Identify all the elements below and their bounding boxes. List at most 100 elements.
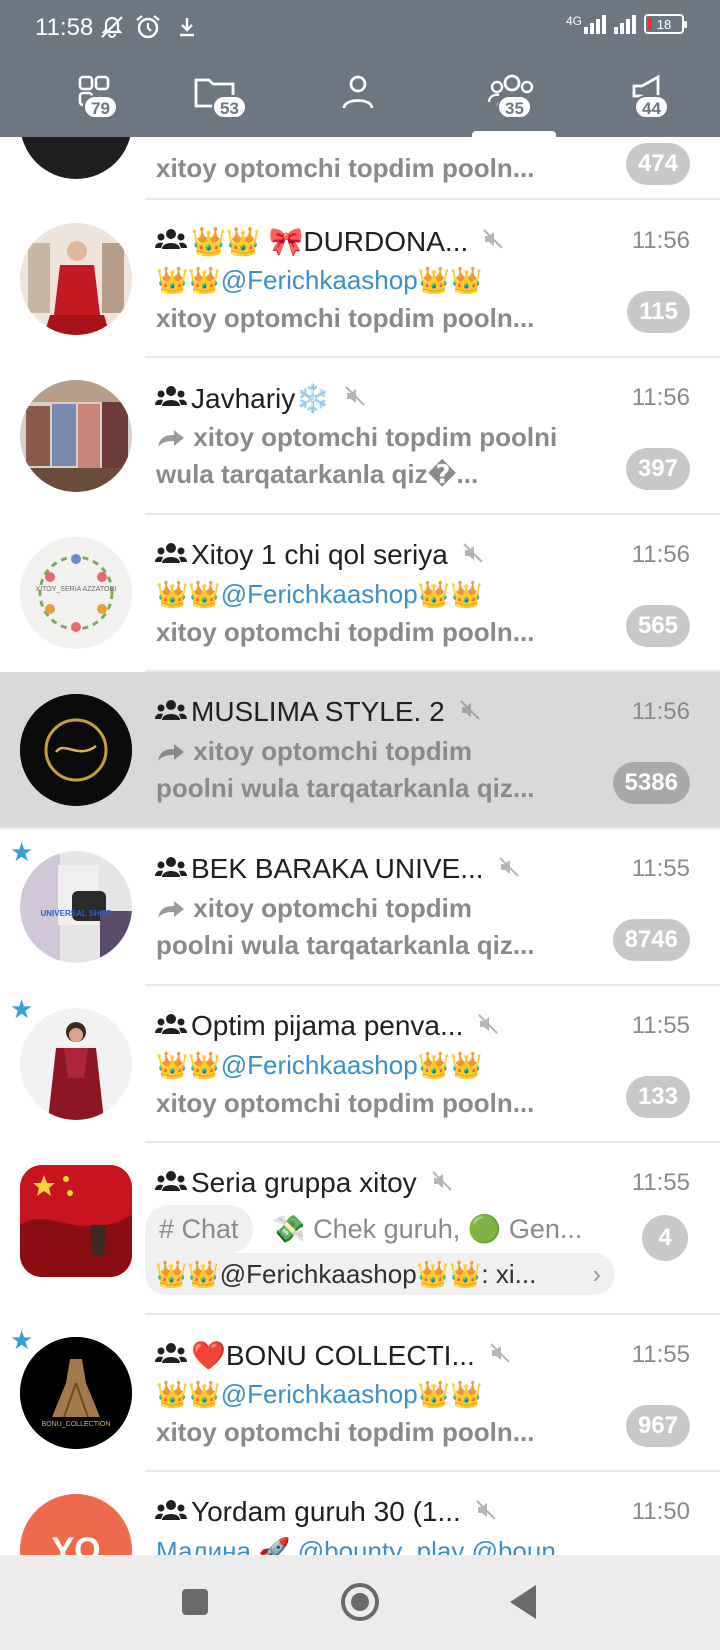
star-icon: ★ xyxy=(10,1325,34,1355)
topic-last-message: 👑👑@Ferichkaashop👑👑: xi... › xyxy=(145,1253,615,1295)
avatar xyxy=(20,380,132,492)
network-label: 4G xyxy=(565,14,582,28)
chat-time: 11:55 xyxy=(631,855,690,882)
chat-title-line: Javhariy❄️ xyxy=(155,380,600,416)
avatar xyxy=(20,137,132,179)
chat-title: Optim pijama penva... xyxy=(191,1010,464,1041)
chat-row-forum[interactable]: Seria gruppa xitoy 11:55 # Chat 💸 Chek g… xyxy=(0,1143,720,1315)
avatar xyxy=(20,694,132,806)
chat-preview-line1: xitoy optomchi topdim xyxy=(156,893,602,927)
signal-4g-icon: 4G xyxy=(566,14,606,34)
avatar-initials: YO xyxy=(20,1494,132,1555)
battery-icon: 18 xyxy=(644,14,687,34)
chat-title-line: Xitoy 1 chi qol seriya xyxy=(155,537,600,573)
chat-row[interactable]: XITOY_SERIA AZZATORI Xitoy 1 chi qol ser… xyxy=(0,515,720,672)
chat-row[interactable]: 👑👑 🎀DURDONA... 11:56 👑👑@Ferichkaashop👑👑 … xyxy=(0,201,720,358)
avatar xyxy=(20,223,132,335)
avatar: BONU_COLLECTION xyxy=(20,1337,132,1449)
chat-row[interactable]: ★ BONU_COLLECTION ❤️BONU COLLECTI... 11:… xyxy=(0,1315,720,1472)
chat-preview-line2: poolni wula tarqatarkanla qiz... xyxy=(156,773,535,803)
muted-icon xyxy=(475,1496,497,1528)
unread-badge: 5386 xyxy=(612,762,690,804)
home-button[interactable] xyxy=(340,1577,380,1632)
muted-icon xyxy=(482,225,504,257)
group-icon xyxy=(155,1167,187,1199)
topic-list: 💸 Chek guruh, 🟢 Gen... xyxy=(272,1214,583,1244)
muted-icon xyxy=(489,1339,511,1371)
tab-count: 53 xyxy=(212,95,247,119)
tab-personal[interactable] xyxy=(298,66,418,137)
chat-row[interactable]: ★ Optim pijama penva... 11:55 👑👑@Ferichk… xyxy=(0,986,720,1143)
person-icon xyxy=(298,72,418,117)
unread-badge: 474 xyxy=(625,143,690,185)
chat-row[interactable]: ★ UNIVERSAL SHOP BEK BARAKA UNIVE... 11:… xyxy=(0,829,720,986)
status-time: 11:58 xyxy=(35,14,94,41)
chat-sender: 👑👑@Ferichkaashop👑👑 xyxy=(156,1050,483,1080)
muted-icon xyxy=(344,382,366,414)
chat-title: Javhariy❄️ xyxy=(191,382,331,414)
chat-preview: xitoy optomchi topdim xyxy=(193,736,472,766)
tab-count: 79 xyxy=(83,95,118,119)
group-icon xyxy=(155,539,187,571)
mute-notifications-icon xyxy=(98,14,126,46)
chevron-right-icon: › xyxy=(592,1259,601,1289)
system-nav-bar xyxy=(0,1555,720,1650)
chat-row-selected[interactable]: MUSLIMA STYLE. 2 11:56 xitoy optomchi to… xyxy=(0,672,720,829)
chat-title: BEK BARAKA UNIVE... xyxy=(191,853,484,884)
chat-time: 11:55 xyxy=(631,1012,690,1039)
back-button[interactable] xyxy=(508,1577,538,1632)
muted-icon xyxy=(459,696,481,728)
chat-preview-line2: poolni wula tarqatarkanla qiz... xyxy=(156,930,535,960)
chat-time: 11:56 xyxy=(631,384,690,411)
unread-badge: 397 xyxy=(625,448,690,490)
chat-row[interactable]: xitoy optomchi topdim pooln... 474 xyxy=(0,137,720,200)
chat-row[interactable]: Javhariy❄️ 11:56 xitoy optomchi topdim p… xyxy=(0,358,720,515)
group-icon xyxy=(155,1496,187,1528)
topic-chat[interactable]: # Chat xyxy=(145,1205,253,1253)
chat-sender: 👑👑@Ferichkaashop👑👑 xyxy=(156,265,483,295)
status-right: 4G 18 xyxy=(566,14,687,34)
tab-all[interactable]: 79 xyxy=(36,66,156,137)
recent-apps-button[interactable] xyxy=(180,1577,210,1632)
chat-title-line: 👑👑 🎀DURDONA... xyxy=(155,223,600,259)
chat-time: 11:50 xyxy=(631,1498,690,1525)
avatar: UNIVERSAL SHOP xyxy=(20,851,132,963)
chat-preview-line1: xitoy optomchi topdim xyxy=(156,736,602,770)
folder-tabs: 79 53 35 44 xyxy=(0,66,720,137)
chat-title: ❤️BONU COLLECTI... xyxy=(191,1339,475,1371)
star-icon: ★ xyxy=(10,837,34,867)
muted-icon xyxy=(462,539,484,571)
download-icon xyxy=(176,14,198,46)
chat-title: 👑👑 🎀DURDONA... xyxy=(191,225,469,257)
group-icon xyxy=(155,382,187,414)
tab-count: 44 xyxy=(634,95,669,119)
tab-channels[interactable]: 44 xyxy=(590,66,710,137)
chat-time: 11:56 xyxy=(631,698,690,725)
avatar: XITOY_SERIA AZZATORI xyxy=(20,537,132,649)
avatar-text: XITOY_SERIA AZZATORI xyxy=(35,586,117,593)
chat-preview: xitoy optomchi topdim pooln... xyxy=(156,153,535,183)
chat-title-line: Seria gruppa xitoy xyxy=(155,1165,600,1201)
group-icon xyxy=(155,225,187,257)
chat-time: 11:56 xyxy=(631,541,690,568)
tab-groups[interactable]: 35 xyxy=(452,66,572,137)
tab-folders[interactable]: 53 xyxy=(155,66,275,137)
group-icon xyxy=(155,1339,187,1371)
unread-badge: 115 xyxy=(627,291,690,333)
chat-row[interactable]: YO Yordam guruh 30 (1... 11:50 Малина 🚀 … xyxy=(0,1472,720,1555)
unread-badge: 565 xyxy=(625,605,690,647)
active-tab-indicator xyxy=(472,131,556,137)
chat-title-line: BEK BARAKA UNIVE... xyxy=(155,851,600,887)
muted-icon xyxy=(431,1167,453,1199)
chat-time: 11:55 xyxy=(631,1341,690,1368)
top-bar: 11:58 4G 18 79 53 35 44 xyxy=(0,0,720,137)
chat-title-line: Optim pijama penva... xyxy=(155,1008,600,1044)
tab-count: 35 xyxy=(497,95,532,119)
chat-title: Xitoy 1 chi qol seriya xyxy=(191,539,448,570)
group-icon xyxy=(155,696,187,728)
avatar xyxy=(20,1165,132,1277)
unread-badge: 8746 xyxy=(612,919,690,961)
chat-preview: xitoy optomchi topdim xyxy=(193,893,472,923)
unread-badge: 967 xyxy=(625,1405,690,1447)
chat-sender: 👑👑@Ferichkaashop👑👑 xyxy=(156,579,483,609)
